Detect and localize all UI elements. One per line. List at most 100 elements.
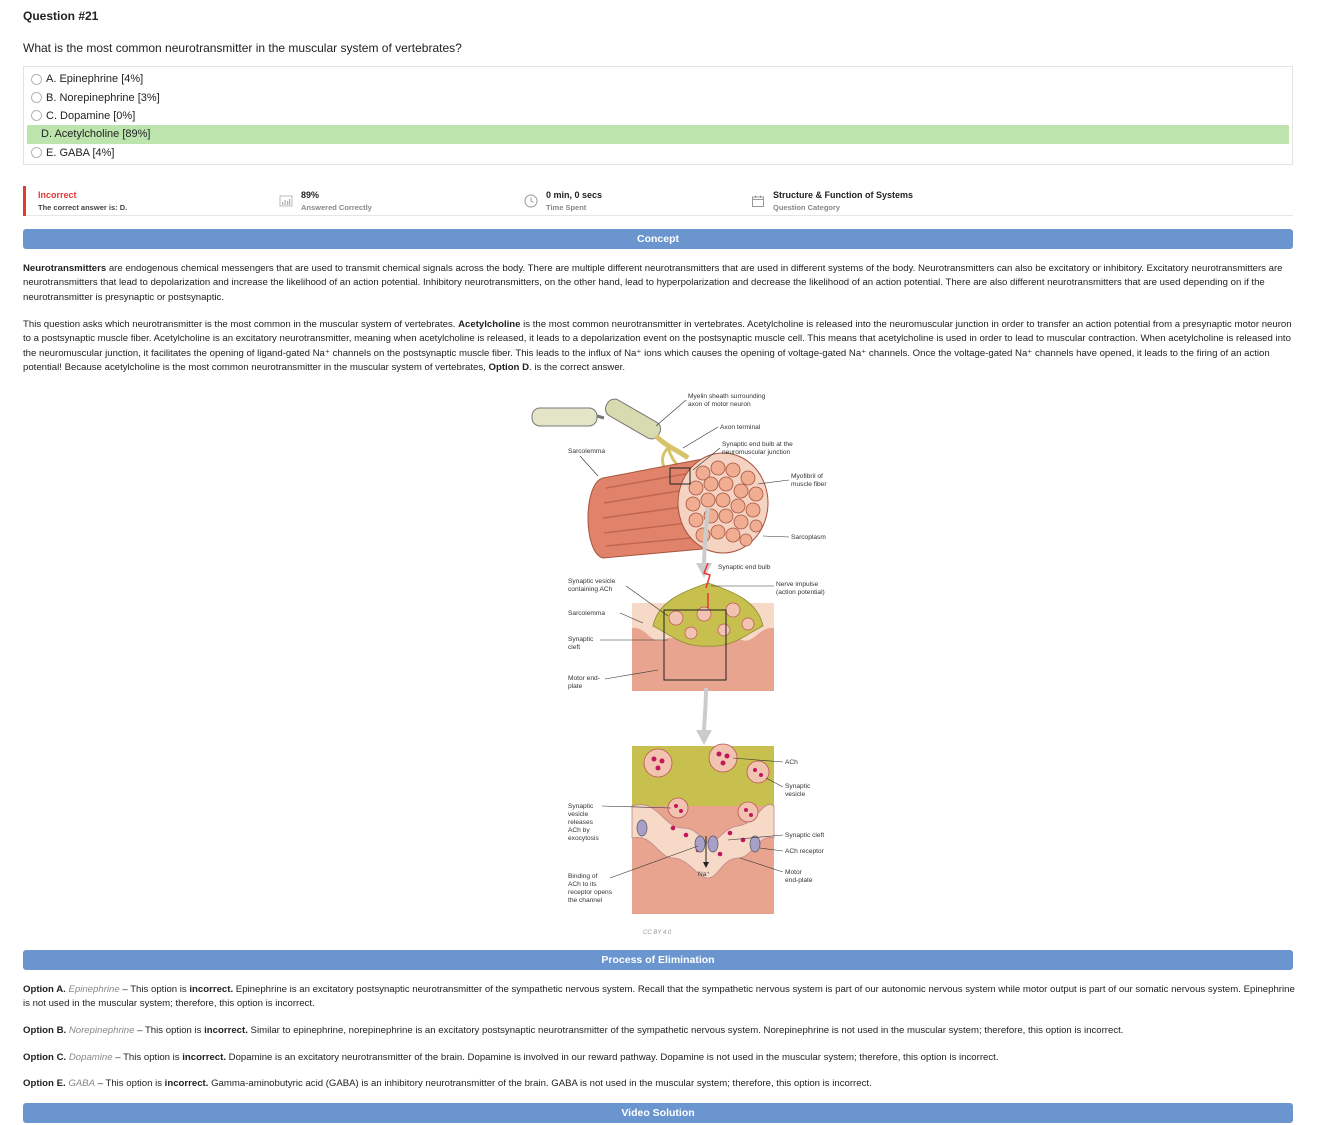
figure-label: receptor opens <box>568 889 613 896</box>
figure-label: ACh by <box>568 827 590 834</box>
figure-label: Motor end- <box>568 675 600 682</box>
figure-label: vesicle <box>568 811 588 818</box>
figure-label: Synaptic end bulb <box>718 564 771 571</box>
option-label: C. Dopamine [0%] <box>46 109 136 122</box>
incorrect-indicator <box>23 186 26 216</box>
figure-label: Myelin sheath surrounding <box>688 393 766 400</box>
percent-value: 89% <box>301 190 320 200</box>
figure-label: vesicle <box>785 791 805 798</box>
option-name: Epinephrine <box>68 984 120 995</box>
option-b-explanation: Option B. Norepinephrine – This option i… <box>23 1024 1295 1038</box>
text: – This option is <box>94 1078 165 1089</box>
option-b[interactable]: B. Norepinephrine [3%] <box>27 88 1289 106</box>
calendar-icon <box>752 195 764 207</box>
option-a[interactable]: A. Epinephrine [4%] <box>27 70 1289 88</box>
video-solution-header[interactable]: Video Solution <box>23 1103 1293 1123</box>
option-label: D. Acetylcholine [89%] <box>41 128 151 141</box>
answer-option: Option D <box>488 361 530 373</box>
option-label: E. GABA [4%] <box>46 146 115 159</box>
option-label: Option C. <box>23 1052 67 1063</box>
figure-label: the channel <box>568 897 603 904</box>
figure-label: (action potential) <box>776 589 825 596</box>
time-label: Time Spent <box>546 203 587 212</box>
option-label: Option E. <box>23 1078 66 1089</box>
figure-label: exocytosis <box>568 835 599 842</box>
figure-label: neuromuscular junction <box>722 449 791 456</box>
muscle-fiber <box>587 452 769 559</box>
concept-header[interactable]: Concept <box>23 229 1293 249</box>
figure-label: releases <box>568 819 594 826</box>
incorrect-label: incorrect. <box>182 1052 226 1063</box>
radio-icon[interactable] <box>31 92 42 104</box>
concept-paragraph-1: Neurotransmitters are endogenous chemica… <box>23 262 1295 305</box>
term-neurotransmitters: Neurotransmitters <box>23 263 107 274</box>
figure-label: axon of motor neuron <box>688 401 751 408</box>
bar-chart-icon <box>279 195 293 207</box>
time-stat: 0 min, 0 secs Time Spent <box>524 190 603 212</box>
figure-label: end-plate <box>785 877 813 884</box>
question-number: Question #21 <box>23 9 99 23</box>
result-stats: Incorrect The correct answer is: D. 89% … <box>23 186 1293 216</box>
figure-label: Synaptic cleft <box>785 832 824 839</box>
figure-credit: CC BY 4.0 <box>643 930 672 936</box>
figure-label: cleft <box>568 644 580 651</box>
radio-icon[interactable] <box>31 110 42 122</box>
time-value: 0 min, 0 secs <box>546 190 603 200</box>
synapse-detail <box>631 743 775 914</box>
radio-icon[interactable] <box>31 73 42 85</box>
question-text: What is the most common neurotransmitter… <box>23 41 462 55</box>
concept-text: . is the correct answer. <box>529 361 625 373</box>
incorrect-label: incorrect. <box>164 1078 209 1089</box>
clock-icon <box>524 194 538 208</box>
option-name: Norepinephrine <box>68 1025 135 1036</box>
option-name: GABA <box>68 1078 95 1089</box>
radio-icon[interactable] <box>31 147 42 159</box>
concept-text: This question asks which neurotransmitte… <box>23 319 459 330</box>
explanation-text: Similar to epinephrine, norepinephrine i… <box>247 1025 1124 1036</box>
explanation-text: Gamma-aminobutyric acid (GABA) is an inh… <box>208 1078 872 1089</box>
concept-text: are endogenous chemical messengers that … <box>23 263 1283 303</box>
figure-label: Axon terminal <box>720 424 761 431</box>
figure-label: containing ACh <box>568 586 613 593</box>
option-a-explanation: Option A. Epinephrine – This option is i… <box>23 983 1295 1012</box>
option-e[interactable]: E. GABA [4%] <box>27 144 1289 162</box>
neuromuscular-junction-figure: Myelin sheath surrounding axon of motor … <box>531 393 827 914</box>
percent-stat: 89% Answered Correctly <box>279 190 372 212</box>
incorrect-label: incorrect. <box>204 1025 248 1036</box>
option-label: A. Epinephrine [4%] <box>46 73 144 86</box>
figure-label: Synaptic vesicle <box>568 578 616 585</box>
category-value: Structure & Function of Systems <box>773 190 914 200</box>
figure-label: ACh <box>785 759 798 766</box>
percent-label: Answered Correctly <box>301 203 372 212</box>
figure-label: plate <box>568 683 583 690</box>
option-d[interactable]: D. Acetylcholine [89%] <box>27 125 1289 144</box>
option-e-explanation: Option E. GABA – This option is incorrec… <box>23 1077 1295 1091</box>
figure-label: Nerve impulse <box>776 581 818 588</box>
explanation-text: Dopamine is an excitatory neurotransmitt… <box>226 1052 999 1063</box>
correct-answer-text: The correct answer is: D. <box>38 203 128 212</box>
synaptic-end-bulb <box>632 562 774 691</box>
option-label: Option A. <box>23 984 66 995</box>
option-name: Dopamine <box>68 1052 113 1063</box>
result-text: Incorrect <box>38 190 77 200</box>
figure-label: Sarcolemma <box>568 610 605 617</box>
option-c[interactable]: C. Dopamine [0%] <box>27 107 1289 125</box>
category-label: Question Category <box>773 203 841 212</box>
figure-label: Synaptic <box>785 783 811 790</box>
figure-label: muscle fiber <box>791 481 827 488</box>
figure-label: ACh receptor <box>785 848 825 855</box>
category-stat: Structure & Function of Systems Question… <box>752 190 914 212</box>
elimination-header[interactable]: Process of Elimination <box>23 950 1293 970</box>
incorrect-label: incorrect. <box>189 984 234 995</box>
figure-label: Na⁺ <box>698 871 710 878</box>
term-acetylcholine: Acetylcholine <box>458 319 521 330</box>
figure-label: Synaptic <box>568 636 594 643</box>
figure-label: ACh to its <box>568 881 597 888</box>
figure-label: Binding of <box>568 873 597 880</box>
figure-label: Motor <box>785 869 803 876</box>
figure-label: Sarcoplasm <box>791 534 826 541</box>
text: – This option is <box>134 1025 205 1036</box>
text: – This option is <box>112 1052 183 1063</box>
figure-label: Myofibril of <box>791 473 823 480</box>
option-c-explanation: Option C. Dopamine – This option is inco… <box>23 1051 1295 1065</box>
